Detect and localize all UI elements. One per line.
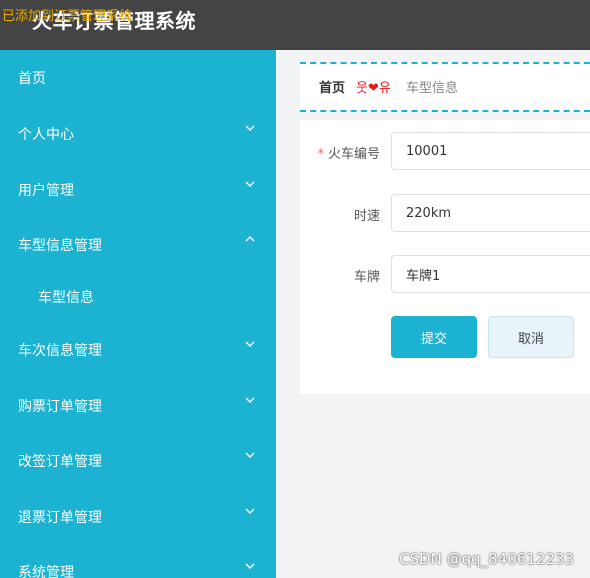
chevron-down-icon <box>245 181 255 187</box>
plate-input[interactable] <box>391 255 590 293</box>
chevron-up-icon <box>245 236 255 242</box>
cancel-button[interactable]: 取消 <box>488 316 574 358</box>
train-number-input[interactable] <box>391 132 590 170</box>
sidebar: 首页 个人中心 用户管理 车型信息管理 车型信息 车次信息管理 购票订单管理 改… <box>0 50 276 578</box>
speed-input[interactable] <box>391 194 590 232</box>
breadcrumb-home[interactable]: 首页 <box>319 77 345 96</box>
chevron-down-icon <box>245 397 255 403</box>
watermark: CSDN @qq_840612233 <box>399 550 574 568</box>
required-mark: * <box>317 147 324 162</box>
breadcrumb-current: 车型信息 <box>406 81 459 96</box>
top-header: 火车订票管理系统 已添加到订票管理系统 <box>0 0 590 50</box>
chevron-down-icon <box>245 341 255 347</box>
sidebar-item-label: 个人中心 <box>18 127 74 143</box>
overlay-notice: 已添加到订票管理系统 <box>2 9 133 24</box>
sidebar-item-train-schedule-management[interactable]: 车次信息管理 <box>0 330 276 370</box>
breadcrumb: 首页 웃❤유 车型信息 <box>300 62 590 112</box>
sidebar-item-train-type-info[interactable]: 车型信息 <box>0 277 276 317</box>
sidebar-item-ticket-order-management[interactable]: 购票订单管理 <box>0 386 276 426</box>
chevron-down-icon <box>245 125 255 131</box>
plate-label: 车牌 <box>353 270 380 285</box>
sidebar-item-label: 改签订单管理 <box>18 454 102 470</box>
chevron-down-icon <box>245 508 255 514</box>
breadcrumb-separator-icon: 웃❤유 <box>356 81 391 96</box>
train-type-form: *火车编号 时速 车牌 提交 取消 <box>300 120 590 394</box>
sidebar-item-label: 车型信息管理 <box>18 238 102 254</box>
train-number-label: * 火车编号 <box>317 147 380 162</box>
speed-label: 时速 <box>353 209 380 224</box>
sidebar-item-label: 退票订单管理 <box>18 510 102 526</box>
main-content: 首页 웃❤유 车型信息 *火车编号 时速 车牌 提交 取消 <box>276 50 590 578</box>
sidebar-item-rebook-order-management[interactable]: 改签订单管理 <box>0 441 276 481</box>
sidebar-item-system-management[interactable]: 系统管理 <box>0 552 276 578</box>
chevron-down-icon <box>245 563 255 569</box>
sidebar-item-label: 车次信息管理 <box>18 343 102 359</box>
sidebar-item-label: 首页 <box>18 71 46 87</box>
submit-button[interactable]: 提交 <box>391 316 477 358</box>
sidebar-item-label: 用户管理 <box>18 183 74 199</box>
sidebar-item-refund-order-management[interactable]: 退票订单管理 <box>0 497 276 537</box>
sidebar-item-label: 购票订单管理 <box>18 399 102 415</box>
sidebar-item-personal-center[interactable]: 个人中心 <box>0 114 276 154</box>
sidebar-item-user-management[interactable]: 用户管理 <box>0 170 276 210</box>
sidebar-item-train-type-management[interactable]: 车型信息管理 <box>0 225 276 265</box>
sidebar-item-label: 系统管理 <box>18 565 74 578</box>
sidebar-item-label: 车型信息 <box>38 290 94 306</box>
chevron-down-icon <box>245 452 255 458</box>
sidebar-item-home[interactable]: 首页 <box>0 58 276 98</box>
